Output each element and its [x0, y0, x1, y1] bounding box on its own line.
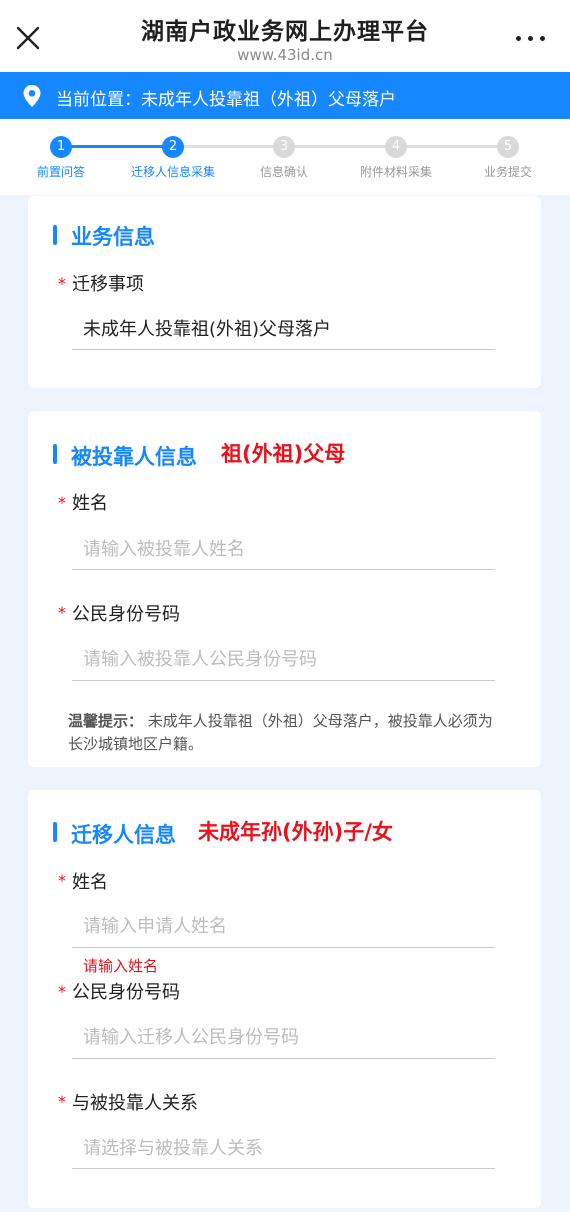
business-info-card: 业务信息 * 迁移事项 未成年人投靠祖(外祖)父母落户	[28, 196, 541, 388]
relied-name-label: 姓名	[72, 493, 108, 514]
field-underline	[72, 569, 495, 570]
section-note: 未成年孙(外孙)子/女	[198, 820, 393, 844]
relied-name-input[interactable]: 请输入被投靠人姓名	[83, 535, 245, 561]
migrant-name-label: 姓名	[72, 872, 108, 893]
field-underline	[72, 349, 495, 350]
relied-person-card: 被投靠人信息 祖(外祖)父母 * 姓名 请输入被投靠人姓名 * 公民身份号码 请…	[28, 411, 541, 767]
migration-item-label: 迁移事项	[72, 274, 144, 295]
field-underline	[72, 1058, 495, 1059]
warm-tip: 温馨提示： 未成年人投靠祖（外祖）父母落户，被投靠人必须为长沙城镇地区户籍。	[68, 710, 498, 756]
step-3-label: 信息确认	[259, 165, 309, 179]
step-4-label: 附件材料采集	[359, 165, 433, 179]
step-2-label: 迁移人信息采集	[130, 165, 216, 179]
relation-label: 与被投靠人关系	[72, 1093, 198, 1114]
migrant-id-label: 公民身份号码	[72, 982, 180, 1003]
migration-item-value: 未成年人投靠祖(外祖)父母落户	[83, 319, 332, 340]
relied-id-label: 公民身份号码	[72, 604, 180, 625]
step-line-todo	[173, 145, 508, 148]
relied-id-input[interactable]: 请输入被投靠人公民身份号码	[83, 645, 317, 671]
step-5-label: 业务提交	[483, 165, 533, 179]
page-title: 湖南户政业务网上办理平台	[141, 19, 429, 45]
step-1-circle: 1	[50, 136, 72, 158]
more-icon[interactable]	[516, 36, 546, 42]
location-bar: 当前位置：未成年人投靠祖（外祖）父母落户	[0, 72, 570, 119]
step-3-circle: 3	[273, 136, 295, 158]
location-text: 当前位置：未成年人投靠祖（外祖）父母落户	[56, 90, 396, 110]
required-mark: *	[58, 982, 66, 1001]
section-note: 祖(外祖)父母	[221, 442, 346, 466]
page-url: www.43id.cn	[237, 46, 333, 64]
section-title: 迁移人信息	[71, 823, 176, 847]
location-pin-icon	[23, 85, 41, 107]
step-5-circle: 5	[497, 136, 519, 158]
required-mark: *	[58, 493, 66, 512]
migrant-info-card: 迁移人信息 未成年孙(外孙)子/女 * 姓名 请输入申请人姓名 请输入姓名 * …	[28, 790, 541, 1208]
section-marker	[53, 822, 57, 842]
field-underline	[72, 1168, 495, 1169]
step-1-label: 前置问答	[36, 165, 86, 179]
required-mark: *	[58, 1092, 66, 1111]
warm-tip-prefix: 温馨提示：	[68, 712, 144, 730]
field-underline	[72, 947, 495, 948]
section-title: 业务信息	[71, 225, 155, 249]
required-mark: *	[58, 871, 66, 890]
section-marker	[53, 225, 57, 245]
migrant-name-input[interactable]: 请输入申请人姓名	[83, 912, 227, 938]
step-2-circle: 2	[162, 136, 184, 158]
section-title: 被投靠人信息	[71, 445, 197, 469]
step-4-circle: 4	[385, 136, 407, 158]
step-line-done	[61, 145, 173, 148]
name-error-message: 请输入姓名	[83, 957, 159, 975]
field-underline	[72, 680, 495, 681]
relation-select[interactable]: 请选择与被投靠人关系	[83, 1134, 263, 1160]
section-marker	[53, 444, 57, 464]
required-mark: *	[58, 274, 66, 293]
required-mark: *	[58, 603, 66, 622]
top-bar: 湖南户政业务网上办理平台 www.43id.cn	[0, 0, 570, 72]
migrant-id-input[interactable]: 请输入迁移人公民身份号码	[83, 1023, 299, 1049]
